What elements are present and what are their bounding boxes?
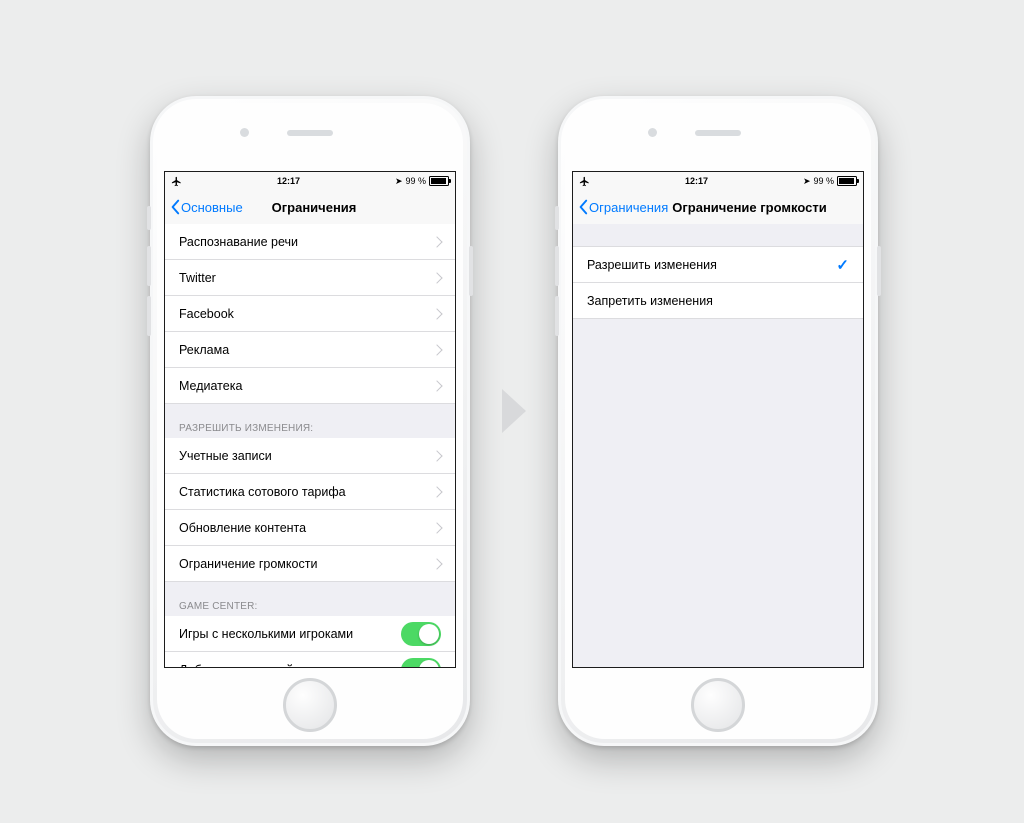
row-twitter[interactable]: Twitter [165, 260, 455, 296]
chevron-right-icon [431, 344, 442, 355]
back-button[interactable]: Основные [165, 199, 243, 215]
row-speech-recognition[interactable]: Распознавание речи [165, 224, 455, 260]
row-label: Реклама [179, 343, 229, 357]
chevron-right-icon [431, 308, 442, 319]
row-label: Распознавание речи [179, 235, 298, 249]
home-button[interactable] [691, 678, 745, 732]
battery-icon [837, 176, 857, 186]
toggle-switch[interactable] [401, 658, 441, 668]
row-label: Статистика сотового тарифа [179, 485, 346, 499]
row-label: Медиатека [179, 379, 242, 393]
row-label: Ограничение громкости [179, 557, 317, 571]
settings-content[interactable]: Разрешить изменения ✓ Запретить изменени… [573, 224, 863, 667]
status-bar: 12:17 ➤ 99 % [573, 172, 863, 190]
nav-bar: Ограничения Ограничение громкости [573, 190, 863, 225]
nav-title: Ограничение громкости [672, 200, 826, 215]
row-label: Facebook [179, 307, 234, 321]
row-multiplayer-games[interactable]: Игры с несколькими игроками [165, 616, 455, 652]
nav-title: Ограничения [272, 200, 357, 215]
row-adding-friends[interactable]: Добавление друзей [165, 652, 455, 667]
battery-icon [429, 176, 449, 186]
chevron-left-icon [169, 199, 181, 215]
chevron-right-icon [431, 450, 442, 461]
row-volume-limit[interactable]: Ограничение громкости [165, 546, 455, 582]
airplane-mode-icon [171, 176, 182, 187]
row-background-refresh[interactable]: Обновление контента [165, 510, 455, 546]
row-facebook[interactable]: Facebook [165, 296, 455, 332]
screen-volume-limit: 12:17 ➤ 99 % Ограничения Ограничение гро… [572, 171, 864, 668]
chevron-right-icon [431, 272, 442, 283]
battery-percent: 99 % [405, 176, 426, 186]
battery-percent: 99 % [813, 176, 834, 186]
check-icon: ✓ [836, 256, 849, 274]
chevron-right-icon [431, 558, 442, 569]
home-button[interactable] [283, 678, 337, 732]
row-label: Twitter [179, 271, 216, 285]
airplane-mode-icon [579, 176, 590, 187]
row-label: Обновление контента [179, 521, 306, 535]
location-icon: ➤ [395, 176, 403, 187]
row-label: Запретить изменения [587, 294, 713, 308]
status-time: 12:17 [277, 176, 300, 186]
chevron-right-icon [431, 522, 442, 533]
row-label: Добавление друзей [179, 663, 293, 668]
row-label: Учетные записи [179, 449, 272, 463]
chevron-right-icon [431, 236, 442, 247]
status-bar: 12:17 ➤ 99 % [165, 172, 455, 190]
settings-content[interactable]: Распознавание речи Twitter Facebook Рекл… [165, 224, 455, 667]
row-label: Игры с несколькими игроками [179, 627, 353, 641]
chevron-right-icon [431, 486, 442, 497]
back-button[interactable]: Ограничения [573, 199, 668, 215]
toggle-switch[interactable] [401, 622, 441, 646]
chevron-right-icon [431, 380, 442, 391]
row-advertising[interactable]: Реклама [165, 332, 455, 368]
chevron-left-icon [577, 199, 589, 215]
row-media-library[interactable]: Медиатека [165, 368, 455, 404]
group-header-game-center: GAME CENTER: [165, 582, 455, 616]
nav-bar: Основные Ограничения [165, 190, 455, 225]
row-cellular-data[interactable]: Статистика сотового тарифа [165, 474, 455, 510]
status-time: 12:17 [685, 176, 708, 186]
transition-arrow-icon [496, 385, 532, 442]
screen-restrictions: 12:17 ➤ 99 % Основные Ограничения Распоз… [164, 171, 456, 668]
row-label: Разрешить изменения [587, 258, 717, 272]
back-label: Основные [181, 200, 243, 215]
location-icon: ➤ [803, 176, 811, 187]
row-allow-changes[interactable]: Разрешить изменения ✓ [573, 246, 863, 283]
group-header-allow-changes: РАЗРЕШИТЬ ИЗМЕНЕНИЯ: [165, 404, 455, 438]
row-accounts[interactable]: Учетные записи [165, 438, 455, 474]
back-label: Ограничения [589, 200, 668, 215]
row-disallow-changes[interactable]: Запретить изменения [573, 283, 863, 319]
